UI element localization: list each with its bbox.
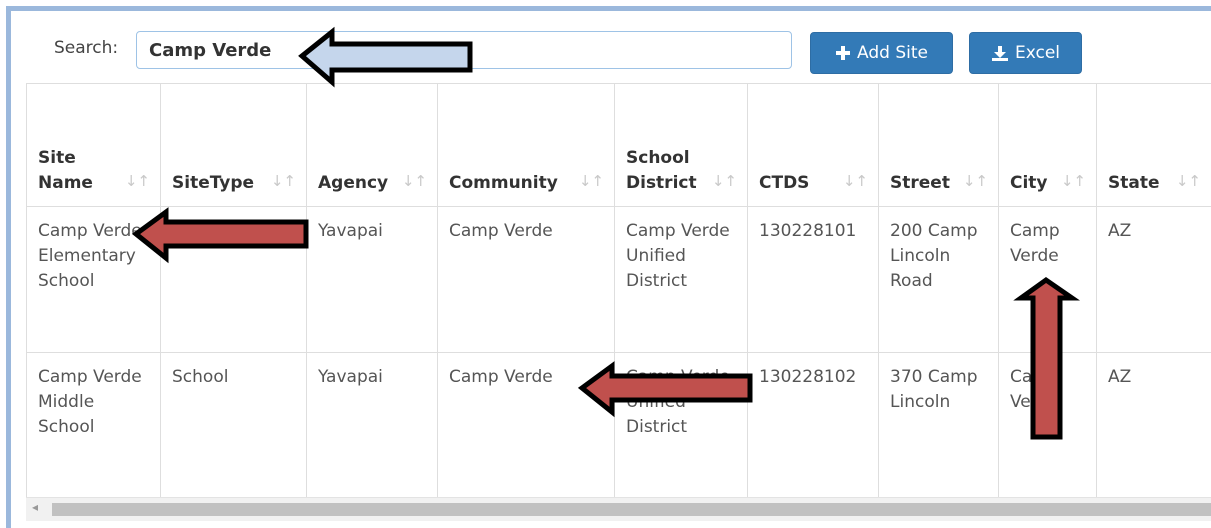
table-cell: Yavapai bbox=[307, 207, 438, 353]
add-site-label: Add Site bbox=[857, 43, 928, 63]
column-header[interactable]: CTDS↓↑ bbox=[748, 84, 879, 207]
column-header-label: School bbox=[626, 146, 723, 171]
table-row[interactable]: Camp Verde Elementary SchoolYavapaiCamp … bbox=[27, 207, 1211, 353]
table-cell: Camp Verde bbox=[438, 353, 615, 498]
sort-icon[interactable]: ↓↑ bbox=[712, 169, 737, 194]
sort-icon[interactable]: ↓↑ bbox=[579, 169, 604, 194]
table-cell: 200 Camp Lincoln Road bbox=[879, 207, 999, 353]
column-header[interactable]: City↓↑ bbox=[999, 84, 1097, 207]
table-cell: Camp Verde bbox=[999, 353, 1097, 498]
column-header-label: Name bbox=[38, 171, 136, 196]
scrollbar-thumb[interactable] bbox=[52, 503, 1211, 516]
table-cell: Yavapai bbox=[307, 353, 438, 498]
column-header-label: District bbox=[626, 171, 723, 196]
sort-icon[interactable]: ↓↑ bbox=[125, 169, 150, 194]
table-cell: Camp Verde Unified District bbox=[615, 207, 748, 353]
column-header[interactable]: Community↓↑ bbox=[438, 84, 615, 207]
sort-icon[interactable]: ↓↑ bbox=[402, 169, 427, 194]
sort-icon[interactable]: ↓↑ bbox=[1061, 169, 1086, 194]
column-header[interactable]: SiteName↓↑ bbox=[27, 84, 161, 207]
table-cell: AZ bbox=[1097, 353, 1211, 498]
table-cell: Camp Verde bbox=[999, 207, 1097, 353]
sort-icon[interactable]: ↓↑ bbox=[843, 169, 868, 194]
search-label: Search: bbox=[54, 38, 118, 58]
sort-icon[interactable]: ↓↑ bbox=[963, 169, 988, 194]
table-header-row: SiteName↓↑SiteType↓↑Agency↓↑Community↓↑S… bbox=[27, 84, 1211, 207]
column-header[interactable]: Agency↓↑ bbox=[307, 84, 438, 207]
table-cell: Camp Verde Elementary School bbox=[27, 207, 161, 353]
search-input[interactable] bbox=[136, 31, 792, 69]
sites-table-container: SiteName↓↑SiteType↓↑Agency↓↑Community↓↑S… bbox=[26, 83, 1211, 497]
excel-button[interactable]: Excel bbox=[969, 32, 1082, 74]
table-row[interactable]: Camp Verde Middle SchoolSchoolYavapaiCam… bbox=[27, 353, 1211, 498]
sort-icon[interactable]: ↓↑ bbox=[271, 169, 296, 194]
column-header[interactable]: Street↓↑ bbox=[879, 84, 999, 207]
table-cell: 130228101 bbox=[748, 207, 879, 353]
table-cell: Camp Verde Unified District bbox=[615, 353, 748, 498]
column-header[interactable]: State↓↑ bbox=[1097, 84, 1211, 207]
download-icon bbox=[991, 45, 1009, 62]
column-header-label: Agency bbox=[318, 171, 413, 196]
sort-icon[interactable]: ↓↑ bbox=[1176, 169, 1201, 194]
table-cell: School bbox=[161, 353, 307, 498]
plus-icon bbox=[835, 45, 851, 61]
column-header-label: Street bbox=[890, 171, 974, 196]
column-header-label: CTDS bbox=[759, 171, 854, 196]
table-cell: AZ bbox=[1097, 207, 1211, 353]
table-cell: 370 Camp Lincoln bbox=[879, 353, 999, 498]
column-header-label: Community bbox=[449, 171, 590, 196]
column-header[interactable]: SchoolDistrict↓↑ bbox=[615, 84, 748, 207]
table-cell bbox=[161, 207, 307, 353]
sites-table: SiteName↓↑SiteType↓↑Agency↓↑Community↓↑S… bbox=[26, 83, 1211, 497]
column-header-label: Site bbox=[38, 146, 136, 171]
add-site-button[interactable]: Add Site bbox=[810, 32, 953, 74]
table-cell: Camp Verde bbox=[438, 207, 615, 353]
scroll-left-icon[interactable]: ◂ bbox=[32, 500, 38, 514]
column-header-label: SiteType bbox=[172, 171, 282, 196]
column-header[interactable]: SiteType↓↑ bbox=[161, 84, 307, 207]
horizontal-scrollbar[interactable]: ◂ bbox=[26, 497, 1211, 521]
table-cell: 130228102 bbox=[748, 353, 879, 498]
excel-label: Excel bbox=[1015, 43, 1060, 63]
table-cell: Camp Verde Middle School bbox=[27, 353, 161, 498]
